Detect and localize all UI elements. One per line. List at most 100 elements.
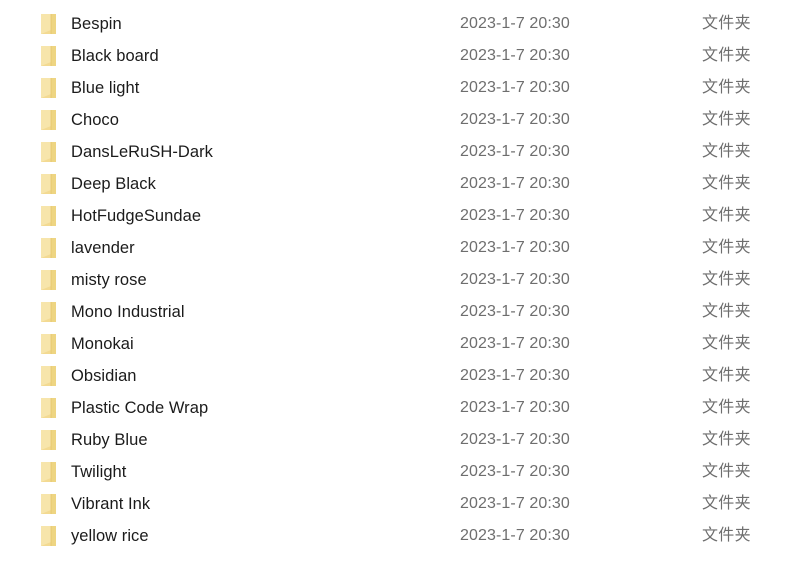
file-type-cell: 文件夹: [702, 239, 751, 256]
date-modified-cell: 2023-1-7 20:30: [460, 47, 570, 64]
file-name-cell[interactable]: Monokai: [0, 333, 460, 355]
date-modified-cell: 2023-1-7 20:30: [460, 239, 570, 256]
file-name-label: lavender: [71, 239, 135, 257]
file-name-cell[interactable]: Plastic Code Wrap: [0, 397, 460, 419]
file-name-label: Mono Industrial: [71, 303, 185, 321]
folder-icon: [40, 493, 57, 515]
file-name-cell[interactable]: Blue light: [0, 77, 460, 99]
file-name-label: yellow rice: [71, 527, 149, 545]
date-modified-cell: 2023-1-7 20:30: [460, 399, 570, 416]
file-type-cell: 文件夹: [702, 335, 751, 352]
date-modified-cell: 2023-1-7 20:30: [460, 271, 570, 288]
file-name-label: HotFudgeSundae: [71, 207, 202, 225]
file-type-cell: 文件夹: [702, 527, 751, 544]
file-type-cell: 文件夹: [702, 47, 751, 64]
folder-icon: [40, 13, 57, 35]
folder-icon: [40, 301, 57, 323]
file-name-label: Plastic Code Wrap: [71, 399, 209, 417]
date-modified-cell: 2023-1-7 20:30: [460, 463, 570, 480]
folder-icon: [40, 269, 57, 291]
file-name-cell[interactable]: Mono Industrial: [0, 301, 460, 323]
file-name-label: Deep Black: [71, 175, 156, 193]
date-modified-cell: 2023-1-7 20:30: [460, 431, 570, 448]
folder-icon: [40, 205, 57, 227]
file-name-cell[interactable]: Ruby Blue: [0, 429, 460, 451]
file-name-label: Blue light: [71, 79, 140, 97]
file-type-cell: 文件夹: [702, 15, 751, 32]
folder-icon: [40, 429, 57, 451]
folder-icon: [40, 77, 57, 99]
file-name-label: Twilight: [71, 463, 127, 481]
file-type-cell: 文件夹: [702, 79, 751, 96]
file-type-cell: 文件夹: [702, 143, 751, 160]
file-name-cell[interactable]: Black board: [0, 45, 460, 67]
file-name-cell[interactable]: Deep Black: [0, 173, 460, 195]
date-modified-cell: 2023-1-7 20:30: [460, 207, 570, 224]
file-name-cell[interactable]: Obsidian: [0, 365, 460, 387]
folder-icon: [40, 173, 57, 195]
table-row[interactable]: Twilight 2023-1-7 20:30 文件夹: [0, 456, 810, 488]
file-name-cell[interactable]: HotFudgeSundae: [0, 205, 460, 227]
date-modified-cell: 2023-1-7 20:30: [460, 79, 570, 96]
date-modified-cell: 2023-1-7 20:30: [460, 111, 570, 128]
table-row[interactable]: lavender 2023-1-7 20:30 文件夹: [0, 232, 810, 264]
file-type-cell: 文件夹: [702, 271, 751, 288]
file-type-cell: 文件夹: [702, 367, 751, 384]
table-row[interactable]: Obsidian 2023-1-7 20:30 文件夹: [0, 360, 810, 392]
file-name-label: Monokai: [71, 335, 134, 353]
folder-icon: [40, 333, 57, 355]
file-name-cell[interactable]: lavender: [0, 237, 460, 259]
table-row[interactable]: Mono Industrial 2023-1-7 20:30 文件夹: [0, 296, 810, 328]
file-name-label: Obsidian: [71, 367, 137, 385]
table-row[interactable]: Vibrant Ink 2023-1-7 20:30 文件夹: [0, 488, 810, 520]
table-row[interactable]: misty rose 2023-1-7 20:30 文件夹: [0, 264, 810, 296]
table-row[interactable]: Bespin 2023-1-7 20:30 文件夹: [0, 8, 810, 40]
table-row[interactable]: Plastic Code Wrap 2023-1-7 20:30 文件夹: [0, 392, 810, 424]
file-name-cell[interactable]: misty rose: [0, 269, 460, 291]
file-name-label: Ruby Blue: [71, 431, 148, 449]
table-row[interactable]: HotFudgeSundae 2023-1-7 20:30 文件夹: [0, 200, 810, 232]
file-type-cell: 文件夹: [702, 175, 751, 192]
date-modified-cell: 2023-1-7 20:30: [460, 303, 570, 320]
file-type-cell: 文件夹: [702, 495, 751, 512]
file-name-label: Black board: [71, 47, 159, 65]
file-name-label: Bespin: [71, 15, 122, 33]
file-name-label: misty rose: [71, 271, 147, 289]
table-row[interactable]: Choco 2023-1-7 20:30 文件夹: [0, 104, 810, 136]
table-row[interactable]: yellow rice 2023-1-7 20:30 文件夹: [0, 520, 810, 552]
folder-icon: [40, 45, 57, 67]
date-modified-cell: 2023-1-7 20:30: [460, 367, 570, 384]
file-type-cell: 文件夹: [702, 303, 751, 320]
date-modified-cell: 2023-1-7 20:30: [460, 495, 570, 512]
file-name-cell[interactable]: Bespin: [0, 13, 460, 35]
table-row[interactable]: Ruby Blue 2023-1-7 20:30 文件夹: [0, 424, 810, 456]
file-name-label: Choco: [71, 111, 119, 129]
date-modified-cell: 2023-1-7 20:30: [460, 175, 570, 192]
folder-icon: [40, 397, 57, 419]
file-type-cell: 文件夹: [702, 111, 751, 128]
file-name-label: DansLeRuSH-Dark: [71, 143, 213, 161]
table-row[interactable]: Black board 2023-1-7 20:30 文件夹: [0, 40, 810, 72]
file-name-cell[interactable]: Vibrant Ink: [0, 493, 460, 515]
date-modified-cell: 2023-1-7 20:30: [460, 335, 570, 352]
file-name-cell[interactable]: yellow rice: [0, 525, 460, 547]
file-type-cell: 文件夹: [702, 431, 751, 448]
folder-icon: [40, 525, 57, 547]
date-modified-cell: 2023-1-7 20:30: [460, 143, 570, 160]
file-name-label: Vibrant Ink: [71, 495, 151, 513]
folder-icon: [40, 237, 57, 259]
file-name-cell[interactable]: DansLeRuSH-Dark: [0, 141, 460, 163]
date-modified-cell: 2023-1-7 20:30: [460, 15, 570, 32]
folder-icon: [40, 461, 57, 483]
table-row[interactable]: Blue light 2023-1-7 20:30 文件夹: [0, 72, 810, 104]
table-row[interactable]: Monokai 2023-1-7 20:30 文件夹: [0, 328, 810, 360]
file-name-cell[interactable]: Twilight: [0, 461, 460, 483]
file-type-cell: 文件夹: [702, 207, 751, 224]
file-type-cell: 文件夹: [702, 399, 751, 416]
table-row[interactable]: Deep Black 2023-1-7 20:30 文件夹: [0, 168, 810, 200]
file-list[interactable]: Bespin 2023-1-7 20:30 文件夹 Black board 20…: [0, 0, 810, 552]
table-row[interactable]: DansLeRuSH-Dark 2023-1-7 20:30 文件夹: [0, 136, 810, 168]
file-name-cell[interactable]: Choco: [0, 109, 460, 131]
folder-icon: [40, 365, 57, 387]
folder-icon: [40, 141, 57, 163]
